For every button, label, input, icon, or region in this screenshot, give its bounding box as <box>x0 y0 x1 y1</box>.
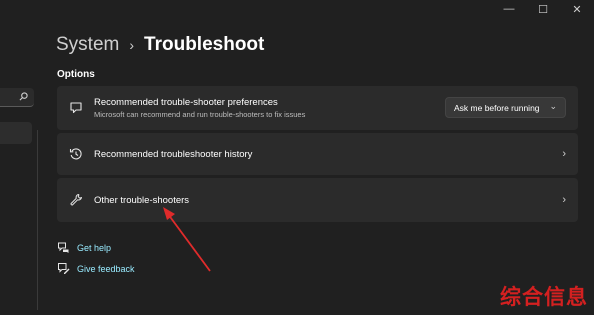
watermark-logo: 综合信息 <box>500 286 588 309</box>
annotation-arrow <box>163 207 211 272</box>
